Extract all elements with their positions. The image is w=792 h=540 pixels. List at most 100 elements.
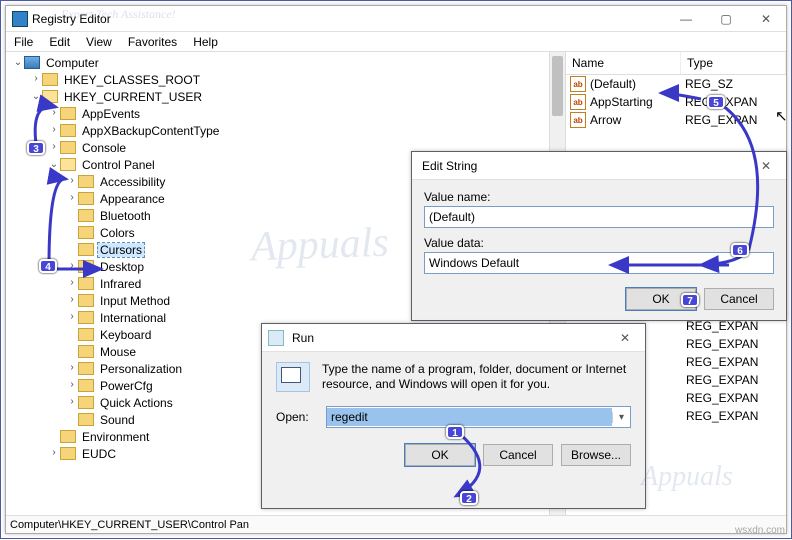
tree-label: AppXBackupContentType [80,124,221,138]
tree-label: Bluetooth [98,209,153,223]
tree-item-hkey-classes-root[interactable]: › HKEY_CLASSES_ROOT [30,71,565,88]
string-value-icon: ab [570,76,586,92]
value-name: (Default) [590,77,685,91]
folder-icon [78,345,94,358]
app-icon: ​ [12,11,28,27]
source-note: wsxdn.com [735,525,785,536]
tree-item-hkey-current-user[interactable]: ⌄HKEY_CURRENT_USER [30,88,565,105]
tree-label: International [98,311,168,325]
value-name-field[interactable] [424,206,774,228]
tree-label: Sound [98,413,137,427]
open-combobox[interactable]: ▾ [326,406,631,428]
expander-icon[interactable]: › [66,278,78,289]
cancel-button[interactable]: Cancel [704,288,774,310]
minimize-button[interactable]: — [666,6,706,32]
edit-string-dialog: Edit String ✕ Value name: Value data: OK… [411,151,787,321]
expander-icon[interactable]: ⌄ [12,57,24,69]
expander-icon[interactable]: › [66,261,78,272]
value-row[interactable]: ab ArrowREG_EXPAN [566,111,786,129]
tree-label: Desktop [98,260,146,274]
tree-label: Computer [44,56,101,70]
menu-view[interactable]: View [82,33,116,51]
maximize-button[interactable]: ▢ [706,6,746,32]
ok-button[interactable]: OK [405,444,475,466]
folder-icon [60,158,76,171]
folder-icon [60,141,76,154]
menu-help[interactable]: Help [189,33,222,51]
expander-icon[interactable]: › [66,295,78,306]
tree-label: Accessibility [98,175,167,189]
tree-label: Keyboard [98,328,153,342]
tree-item-computer[interactable]: ⌄ Computer [12,54,565,71]
annotation-badge-2: 2 [460,491,478,505]
folder-icon [78,226,94,239]
value-type: REG_EXPAN [686,355,786,369]
titlebar: ​ Registry Editor — ▢ ✕ [6,6,786,32]
expander-icon[interactable]: › [48,142,60,153]
statusbar: Computer\HKEY_CURRENT_USER\Control Pan [6,515,786,533]
value-name: AppStarting [590,95,685,109]
menu-edit[interactable]: Edit [45,33,74,51]
expander-icon[interactable]: › [30,74,42,85]
folder-icon [78,413,94,426]
annotation-badge-5: 5 [707,95,725,109]
value-type: REG_EXPAN [686,391,786,405]
close-button[interactable]: ✕ [605,325,645,351]
value-type: REG_EXPAN [685,113,786,127]
value-data-field[interactable] [424,252,774,274]
expander-icon[interactable]: › [66,193,78,204]
annotation-badge-3: 3 [27,141,45,155]
expander-icon[interactable]: › [48,108,60,119]
tree-label: Environment [80,430,151,444]
run-icon [268,330,284,346]
folder-icon [60,107,76,120]
close-button[interactable]: ✕ [746,153,786,179]
folder-icon [78,379,94,392]
menu-favorites[interactable]: Favorites [124,33,181,51]
dialog-title: Edit String [418,159,746,173]
tree-label: Appearance [98,192,167,206]
expander-icon[interactable]: ⌄ [30,91,42,103]
value-row[interactable]: abAppStartingREG_EXPAN [566,93,786,111]
string-value-icon: ab [570,112,586,128]
tree-label: HKEY_CLASSES_ROOT [62,73,202,87]
expander-icon[interactable]: › [48,448,60,459]
expander-icon[interactable]: › [66,176,78,187]
tree-label: Mouse [98,345,138,359]
tree-label: AppEvents [80,107,142,121]
computer-icon [24,56,40,69]
open-label: Open: [276,410,316,424]
expander-icon[interactable]: › [66,363,78,374]
tree-label: Colors [98,226,137,240]
chevron-down-icon[interactable]: ▾ [612,412,630,423]
expander-icon[interactable]: ⌄ [48,159,60,171]
expander-icon[interactable]: › [48,125,60,136]
value-name: Arrow [590,113,685,127]
value-name-label: Value name: [424,190,774,204]
tree-label: EUDC [80,447,118,461]
folder-icon [78,328,94,341]
folder-icon [78,294,94,307]
cancel-button[interactable]: Cancel [483,444,553,466]
tree-label: Cursors [98,243,144,257]
tree-item-appevents[interactable]: › AppEvents [48,105,565,122]
expander-icon[interactable]: › [66,312,78,323]
expander-icon[interactable]: › [66,380,78,391]
annotation-badge-7: 7 [681,293,699,307]
expander-icon[interactable]: › [66,397,78,408]
run-description: Type the name of a program, folder, docu… [322,362,631,392]
col-header-name[interactable]: Name [566,52,681,74]
run-dialog: Run ✕ Type the name of a program, folder… [261,323,646,509]
browse-button[interactable]: Browse... [561,444,631,466]
menubar: File Edit View Favorites Help [6,32,786,52]
col-header-type[interactable]: Type [681,52,786,74]
value-row[interactable]: ab (Default)REG_SZ [566,75,786,93]
folder-icon [78,192,94,205]
close-button[interactable]: ✕ [746,6,786,32]
tree-item-appxbackupcontenttype[interactable]: › AppXBackupContentType [48,122,565,139]
value-type: REG_EXPAN [686,373,786,387]
open-input[interactable] [327,408,612,426]
menu-file[interactable]: File [10,33,37,51]
value-type: REG_SZ [685,77,786,91]
cursor-icon: ↖ [775,107,788,125]
